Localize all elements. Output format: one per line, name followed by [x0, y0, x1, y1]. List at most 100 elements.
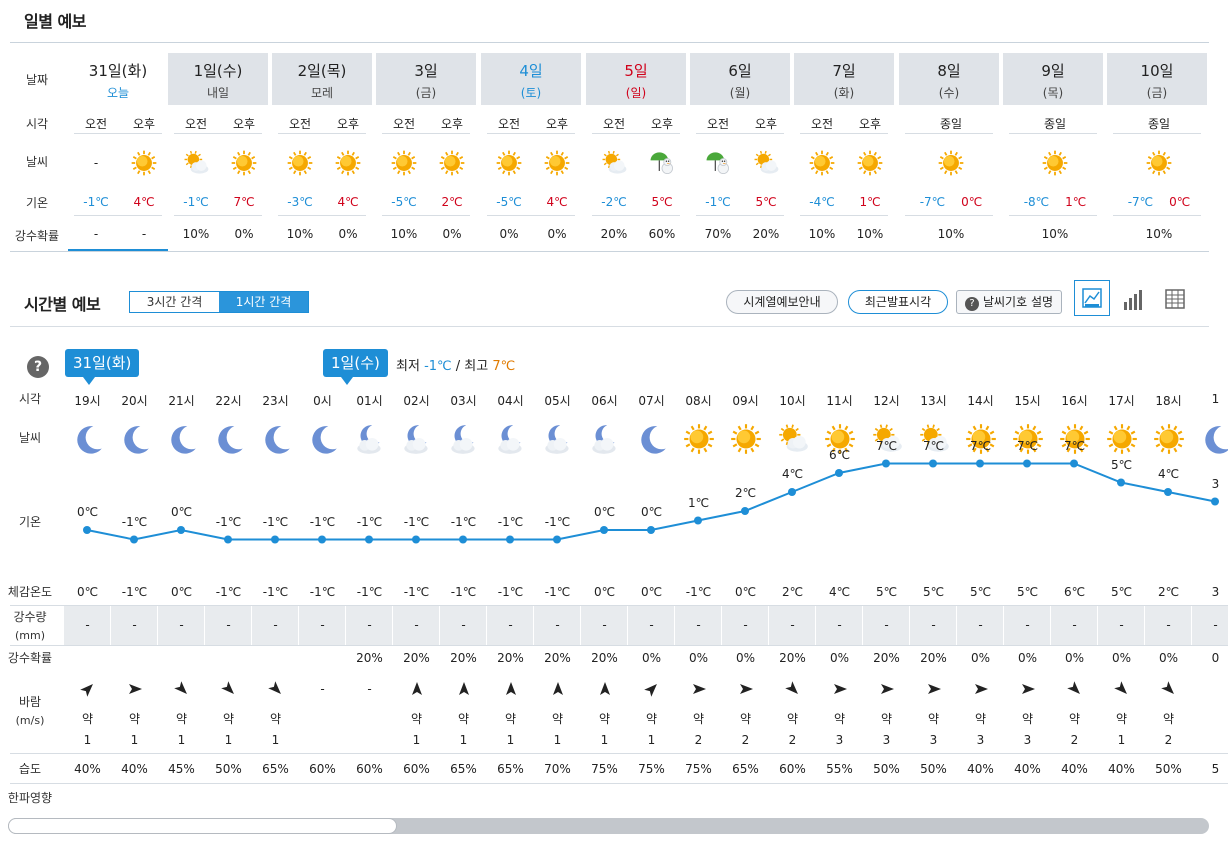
slot-time: 오전 [706, 117, 730, 131]
hour-label: 0시 [313, 394, 332, 408]
wind-speed: 1 [600, 733, 609, 747]
humidity: 75% [685, 762, 712, 776]
day-header[interactable]: 8일 (수) [899, 53, 999, 105]
feel-temp: 5℃ [922, 585, 945, 599]
slot-time: 오후 [232, 117, 256, 131]
temp-data-label: 7℃ [969, 438, 992, 453]
wind-strength: 약 [692, 712, 705, 726]
tab-1hour[interactable]: 1시간 간격 [219, 292, 308, 312]
sun-icon [1051, 420, 1098, 458]
slot-rain: - [93, 227, 99, 241]
feel-temp: 0℃ [734, 585, 757, 599]
hourly-forecast-title: 시간별 예보 [24, 295, 101, 314]
day-header[interactable]: 3일 (금) [376, 53, 476, 105]
temperature-point [1070, 459, 1078, 468]
wind-direction-icon [440, 680, 487, 698]
wind-none-text: - [367, 682, 372, 696]
slot-temp: 2℃ [441, 195, 463, 209]
sun-icon [722, 420, 769, 458]
temp-data-label: 7℃ [922, 438, 945, 453]
day-date: 4일 [519, 62, 543, 80]
graph-view-button[interactable] [1074, 280, 1110, 316]
day-header[interactable]: 10일 (금) [1107, 53, 1207, 105]
day-header[interactable]: 7일 (화) [794, 53, 894, 105]
wind-strength: 약 [1162, 712, 1175, 726]
day-header[interactable]: 2일(목) 모레 [272, 53, 372, 105]
feel-temp: 5℃ [969, 585, 992, 599]
temperature-point [976, 459, 984, 468]
temperature-point [788, 488, 796, 496]
feel-temp: 2℃ [781, 585, 804, 599]
wind-strength: 약 [786, 712, 799, 726]
divider [1113, 215, 1201, 216]
day-column: 5일 (일) 오전 -2℃ 20% 오후 5℃ 60% [586, 43, 690, 251]
moon-cloud-icon [581, 420, 628, 458]
slot-time: 오전 [810, 117, 834, 131]
moon-cloud-icon [440, 420, 487, 458]
slot-rain: 0% [338, 227, 358, 241]
bar-chart-button[interactable] [1118, 284, 1148, 314]
feel-temp: 2℃ [1157, 585, 1180, 599]
day-header[interactable]: 4일 (토) [481, 53, 581, 105]
wind-speed: 1 [130, 733, 139, 747]
sun-icon [276, 147, 324, 179]
wind-strength: 약 [1068, 712, 1081, 726]
slot-rain: 0% [234, 227, 254, 241]
row-label-date: 날짜 [25, 73, 49, 87]
slot-time: 오전 [184, 117, 208, 131]
bar-chart-icon [1124, 290, 1142, 310]
temp-data-label: -1℃ [262, 514, 289, 529]
day-header[interactable]: 9일 (목) [1003, 53, 1103, 105]
wind-speed: 1 [177, 733, 186, 747]
hourly-label-precip: 강수량 [13, 610, 47, 624]
slot-rain: 10% [286, 227, 314, 241]
temperature-point [835, 469, 843, 477]
hour-label: 15시 [1014, 394, 1041, 408]
question-icon: ? [964, 297, 979, 311]
slot-rain: - [141, 227, 147, 241]
slot-rain: 60% [648, 227, 676, 241]
temp-data-label: 0℃ [593, 505, 616, 519]
feel-temp: -1℃ [497, 585, 524, 599]
day-header[interactable]: 6일 (월) [690, 53, 790, 105]
hourly-label-precip-unit: (mm) [14, 629, 45, 642]
hour-label: 17시 [1108, 394, 1135, 408]
humidity: 60% [309, 762, 336, 776]
horizontal-scrollbar[interactable] [8, 818, 1209, 834]
weather-symbol-guide-button[interactable]: ? 날씨기호 설명 [956, 290, 1062, 314]
row-divider [10, 783, 1228, 784]
scrollbar-thumb[interactable] [8, 818, 397, 834]
time-series-guide-button[interactable]: 시계열예보안내 [726, 290, 838, 314]
wind-direction-icon [1004, 680, 1051, 698]
tab-3hour[interactable]: 3시간 간격 [130, 292, 219, 312]
table-view-button[interactable] [1160, 284, 1190, 314]
day-header[interactable]: 5일 (일) [586, 53, 686, 105]
slot-temp: 4℃ [337, 195, 359, 209]
row-label-temp: 기온 [25, 196, 49, 210]
sun-icon [1111, 147, 1207, 179]
day-header[interactable]: 31일(화) 오늘 [68, 53, 168, 105]
latest-release-button[interactable]: 최근발표시각 [848, 290, 948, 314]
day-column: 2일(목) 모레 오전 -3℃ 10% 오후 4℃ 0% [272, 43, 376, 251]
slot-temp: 1℃ [859, 195, 881, 209]
humidity: 45% [168, 762, 195, 776]
wind-speed: 2 [1164, 733, 1173, 747]
humidity: 40% [1014, 762, 1041, 776]
temp-data-label: 5℃ [1110, 457, 1133, 472]
day-header[interactable]: 1일(수) 내일 [168, 53, 268, 105]
divider [10, 645, 64, 646]
rain-probability: 0 [1211, 651, 1220, 665]
hourly-label-rainprob: 강수확률 [7, 651, 53, 665]
temp-data-label: 7℃ [875, 438, 898, 453]
slot-temp: -5℃ [391, 195, 417, 209]
temperature-point [882, 459, 890, 468]
temperature-point [1023, 459, 1031, 468]
wind-direction-icon [910, 680, 957, 698]
divider [1009, 215, 1097, 216]
slot-temp: -1℃ [83, 195, 109, 209]
hour-label: 02시 [403, 394, 430, 408]
hour-label: 09시 [732, 394, 759, 408]
wind-strength: 약 [81, 712, 94, 726]
rain-probability: 20% [356, 651, 383, 665]
help-icon[interactable]: ? [27, 356, 49, 378]
